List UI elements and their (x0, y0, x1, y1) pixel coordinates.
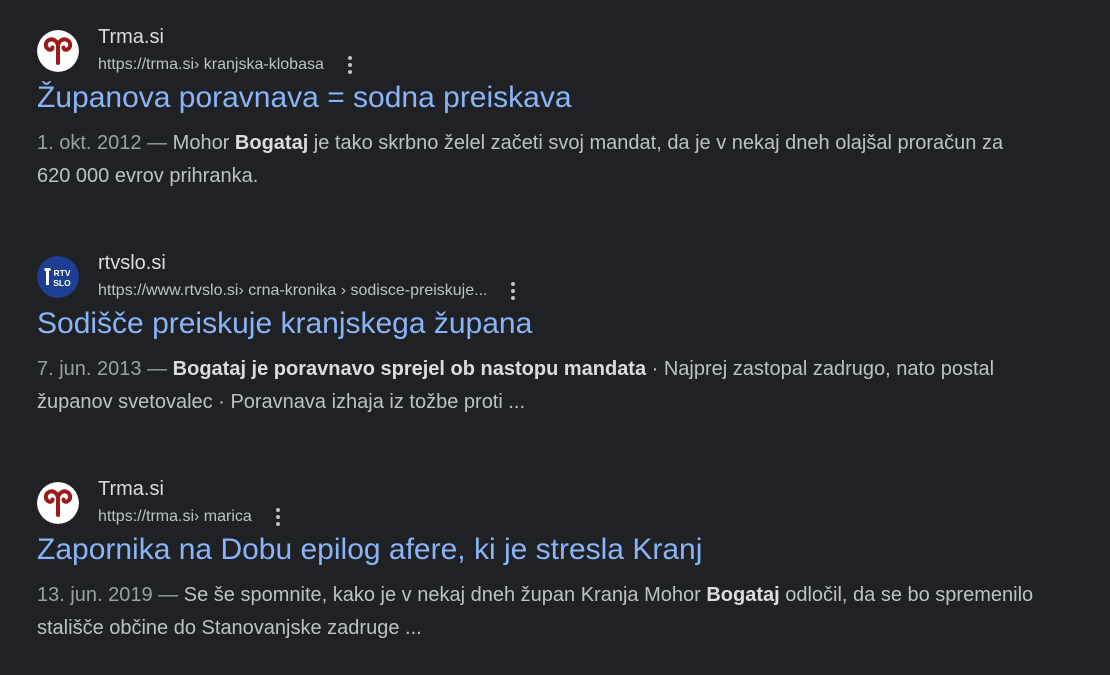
date-separator: — (141, 132, 173, 154)
search-result: Trma.si https://trma.si › marica Zaporni… (37, 477, 1077, 645)
snippet-text: Mohor (172, 132, 235, 154)
more-options-icon[interactable] (501, 279, 525, 303)
result-source[interactable]: RTV SLO rtvslo.si https://www.rtvslo.si … (37, 251, 1077, 303)
url-path: › kranjska-klobasa (194, 56, 324, 73)
result-url: https://trma.si › kranjska-klobasa (98, 53, 362, 77)
result-title-link[interactable]: Zapornika na Dobu epilog afere, ki je st… (37, 531, 1077, 569)
result-snippet: 13. jun. 2019 — Se še spomnite, kako je … (37, 579, 1037, 645)
result-date: 13. jun. 2019 (37, 584, 153, 606)
rtvslo-favicon-icon: RTV SLO (37, 256, 79, 298)
url-base: https://trma.si (98, 56, 195, 73)
site-name: Trma.si (98, 26, 164, 48)
url-base: https://www.rtvslo.si (98, 282, 239, 299)
result-title-link[interactable]: Županova poravnava = sodna preiskava (37, 79, 1077, 117)
url-path: › marica (194, 508, 252, 525)
search-result: RTV SLO rtvslo.si https://www.rtvslo.si … (37, 251, 1077, 419)
result-title-link[interactable]: Sodišče preiskuje kranjskega župana (37, 305, 1077, 343)
result-date: 1. okt. 2012 (37, 132, 142, 154)
result-source[interactable]: Trma.si https://trma.si › marica (37, 477, 1077, 529)
result-snippet: 7. jun. 2013 — Bogataj je poravnavo spre… (37, 353, 1037, 419)
date-separator: — (141, 358, 173, 380)
result-url: https://trma.si › marica (98, 505, 290, 529)
trma-favicon-icon (37, 30, 79, 72)
snippet-highlight: Bogataj (706, 584, 780, 606)
site-name: rtvslo.si (98, 252, 166, 274)
url-path: › crna-kronika › sodisce-preiskuje... (238, 282, 488, 299)
snippet-highlight: Bogataj (234, 132, 309, 154)
site-name: Trma.si (98, 478, 164, 500)
search-result: Trma.si https://trma.si › kranjska-kloba… (37, 25, 1077, 193)
more-options-icon[interactable] (338, 53, 362, 77)
url-base: https://trma.si (98, 508, 195, 525)
result-url: https://www.rtvslo.si › crna-kronika › s… (98, 279, 525, 303)
result-snippet: 1. okt. 2012 — Mohor Bogataj je tako skr… (37, 127, 1037, 193)
result-source[interactable]: Trma.si https://trma.si › kranjska-kloba… (37, 25, 1077, 77)
snippet-text: Se še spomnite, kako je v nekaj dneh žup… (183, 584, 707, 606)
date-separator: — (152, 584, 184, 606)
rtv-logo-text-top: RTV (54, 268, 71, 278)
result-date: 7. jun. 2013 (37, 358, 142, 380)
more-options-icon[interactable] (266, 505, 290, 529)
rtv-logo-text-bottom: SLO (53, 278, 71, 288)
trma-favicon-icon (37, 482, 79, 524)
snippet-highlight: Bogataj je poravnavo sprejel ob nastopu … (172, 358, 647, 380)
